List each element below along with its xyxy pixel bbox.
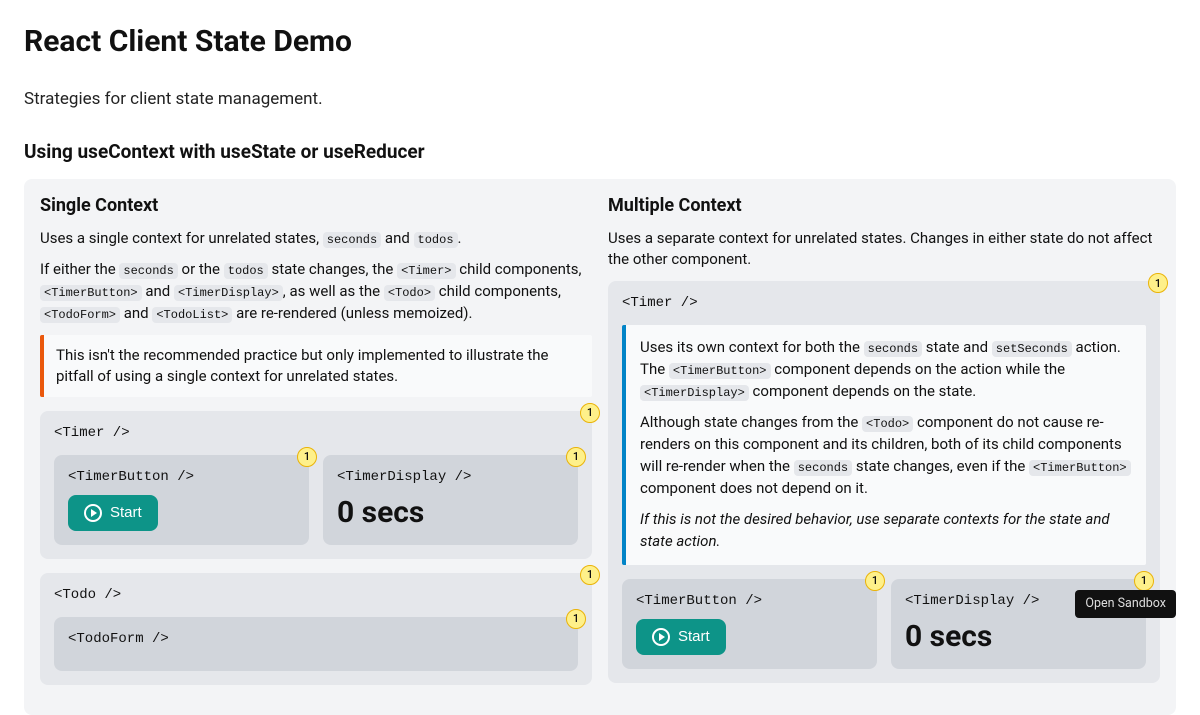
start-label: Start	[678, 628, 710, 645]
code-seconds: seconds	[323, 232, 381, 248]
page-subtitle: Strategies for client state management.	[24, 87, 1176, 112]
multiple-context-desc: Uses a separate context for unrelated st…	[608, 228, 1160, 272]
start-label: Start	[110, 504, 142, 521]
render-count-badge: 1	[1148, 273, 1168, 293]
render-count-badge: 1	[297, 447, 317, 467]
timer-card-right-title: <Timer />	[622, 295, 1146, 311]
start-button[interactable]: Start	[636, 619, 726, 655]
open-sandbox-button[interactable]: Open Sandbox	[1075, 590, 1176, 618]
play-circle-icon	[84, 504, 102, 522]
timer-card: 1 <Timer /> 1 <TimerButton /> Start 1 <T…	[40, 411, 592, 559]
render-count-badge: 1	[566, 447, 586, 467]
timer-button-title: <TimerButton />	[68, 469, 295, 485]
render-count-badge: 1	[580, 565, 600, 585]
info-note: Uses its own context for both the second…	[622, 325, 1146, 565]
play-circle-icon	[652, 628, 670, 646]
single-context-heading: Single Context	[40, 195, 592, 216]
multiple-context-heading: Multiple Context	[608, 195, 1160, 216]
warning-note: This isn't the recommended practice but …	[40, 335, 592, 397]
timer-card-right: 1 <Timer /> Uses its own context for bot…	[608, 281, 1160, 683]
todo-card: 1 <Todo /> 1 <TodoForm />	[40, 573, 592, 685]
timer-card-title: <Timer />	[54, 425, 578, 441]
start-button[interactable]: Start	[68, 495, 158, 531]
single-context-desc-2: If either the seconds or the todos state…	[40, 259, 592, 324]
render-count-badge: 1	[1134, 571, 1154, 591]
timer-button-card: 1 <TimerButton /> Start	[54, 455, 309, 545]
timer-button-card-right: 1 <TimerButton /> Start	[622, 579, 877, 669]
render-count-badge: 1	[566, 609, 586, 629]
todo-form-title: <TodoForm />	[68, 631, 564, 647]
todo-card-title: <Todo />	[54, 587, 578, 603]
todo-form-card: 1 <TodoForm />	[54, 617, 578, 671]
panel-container: Single Context Uses a single context for…	[24, 179, 1176, 715]
single-context-desc-1: Uses a single context for unrelated stat…	[40, 228, 592, 250]
render-count-badge: 1	[580, 403, 600, 423]
code-todos: todos	[414, 232, 458, 248]
single-context-column: Single Context Uses a single context for…	[40, 195, 592, 699]
render-count-badge: 1	[865, 571, 885, 591]
multiple-context-column: Multiple Context Uses a separate context…	[608, 195, 1160, 699]
timer-display-title: <TimerDisplay />	[337, 469, 564, 485]
section-heading: Using useContext with useState or useRed…	[24, 140, 1176, 163]
timer-display-card: 1 <TimerDisplay /> 0 secs	[323, 455, 578, 545]
page-title: React Client State Demo	[24, 24, 1176, 59]
timer-button-title-right: <TimerButton />	[636, 593, 863, 609]
timer-display-value-right: 0 secs	[905, 619, 1132, 654]
timer-display-value: 0 secs	[337, 495, 564, 530]
